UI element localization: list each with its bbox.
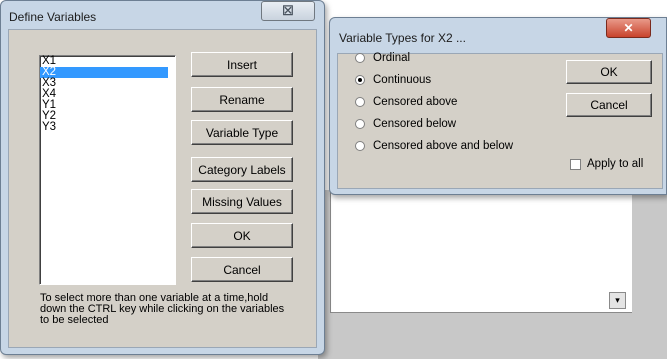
close-icon: ✕: [623, 21, 634, 35]
category-labels-button[interactable]: Category Labels: [191, 157, 293, 182]
cancel-button[interactable]: Cancel: [191, 257, 293, 282]
variable-types-dialog: Variable Types for X2 ... ✕ Ordinal Conti…: [329, 17, 667, 195]
variable-list-item[interactable]: X1: [40, 55, 175, 67]
background-list-area: [330, 190, 632, 313]
radio-option-censored-above[interactable]: Censored above: [355, 96, 457, 108]
apply-to-all-label: Apply to all: [587, 158, 644, 170]
variable-types-ok-button[interactable]: OK: [566, 60, 652, 84]
variable-list-item[interactable]: X2: [40, 66, 168, 78]
close-icon: ☒: [282, 3, 294, 18]
rename-button[interactable]: Rename: [191, 87, 293, 112]
missing-values-button[interactable]: Missing Values: [191, 189, 293, 214]
ok-button[interactable]: OK: [191, 223, 293, 248]
radio-label: Censored below: [373, 118, 457, 130]
variable-types-close-button[interactable]: ✕: [606, 18, 651, 38]
insert-button[interactable]: Insert: [191, 52, 293, 77]
selection-hint-text: To select more than one variable at a ti…: [40, 292, 285, 326]
radio-option-ordinal[interactable]: Ordinal: [355, 52, 410, 64]
variable-list-item[interactable]: Y2: [40, 110, 175, 122]
variable-types-cancel-button[interactable]: Cancel: [566, 93, 652, 117]
variable-list-item[interactable]: Y3: [40, 121, 175, 133]
variable-list-item[interactable]: Y1: [40, 99, 175, 111]
variable-type-button[interactable]: Variable Type: [191, 120, 293, 145]
variable-list-item[interactable]: X4: [40, 88, 175, 100]
radio-option-censored-above-and-below[interactable]: Censored above and below: [355, 140, 513, 152]
radio-label: Censored above and below: [373, 140, 514, 152]
radio-option-continuous[interactable]: Continuous: [355, 74, 431, 86]
variables-listbox[interactable]: X1 X2 X3 X4 Y1 Y2 Y3: [39, 55, 176, 285]
radio-button[interactable]: [355, 75, 365, 85]
radio-button[interactable]: [355, 97, 365, 107]
radio-label: Continuous: [373, 74, 432, 86]
background-scroll-down-button[interactable]: ▾: [609, 292, 626, 309]
define-variables-close-button[interactable]: ☒: [261, 1, 315, 21]
variable-list-item[interactable]: X3: [40, 77, 175, 89]
radio-button[interactable]: [355, 141, 365, 151]
radio-option-censored-below[interactable]: Censored below: [355, 118, 456, 130]
radio-label: Censored above: [373, 96, 458, 108]
apply-to-all-checkbox[interactable]: Apply to all: [570, 158, 643, 170]
define-variables-dialog: Define Variables ☒ X1 X2 X3 X4 Y1 Y2 Y3 Insert…: [0, 0, 325, 355]
radio-label: Ordinal: [373, 52, 411, 64]
radio-button[interactable]: [355, 119, 365, 129]
radio-button[interactable]: [355, 53, 365, 63]
checkbox-box[interactable]: [570, 158, 581, 170]
